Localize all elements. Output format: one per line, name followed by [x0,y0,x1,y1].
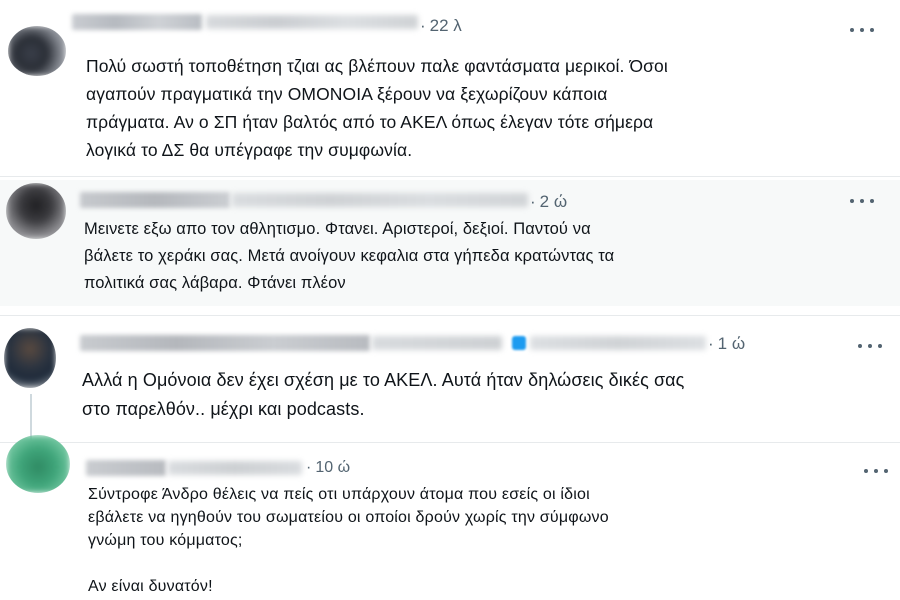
timestamp[interactable]: · 2 ώ [530,192,567,212]
reply-text: Σύντροφε Άνδρο θέλεις να πείς οτι υπάρχο… [88,486,609,595]
author-handle[interactable] [206,15,418,29]
avatar[interactable] [8,26,66,76]
reply-3[interactable]: · 1 ώ Αλλά η Ομόνοια δεν έχει σχέση με το… [0,316,900,442]
author-name[interactable] [80,192,230,208]
author-handle[interactable] [232,193,528,207]
avatar[interactable] [6,435,70,493]
author-name[interactable] [80,335,370,351]
reply-text: Πολύ σωστή τοποθέτηση τζιαι ας βλέπουν π… [86,56,668,160]
timestamp[interactable]: · 10 ώ [306,459,350,477]
reply-1[interactable]: · 22 λ Πολύ σωστή τοποθέτηση τζιαι ας βλέ… [0,0,900,176]
reply-4[interactable]: · 10 ώ Σύντροφε Άνδρο θέλεις να πείς οτι … [0,435,900,600]
author-handle-tail[interactable] [530,336,706,350]
avatar[interactable] [6,183,66,239]
reply-text: Αλλά η Ομόνοια δεν έχει σχέση με το ΑΚΕΛ… [82,370,685,419]
more-options-icon[interactable] [850,24,874,36]
timestamp[interactable]: · 22 λ [420,16,462,36]
reply-2[interactable]: · 2 ώ Μεινετε εξω απο τον αθλητισμο. Φταν… [0,180,900,306]
author-handle[interactable] [372,336,502,350]
timestamp[interactable]: · 1 ώ [708,334,745,354]
avatar[interactable] [4,328,56,388]
more-options-icon[interactable] [858,340,882,352]
divider [0,176,900,177]
verified-badge-icon [512,336,526,350]
author-handle[interactable] [168,461,302,475]
author-name[interactable] [86,460,166,476]
author-name[interactable] [72,14,202,30]
more-options-icon[interactable] [864,465,888,477]
more-options-icon[interactable] [850,195,874,207]
reply-text: Μεινετε εξω απο τον αθλητισμο. Φτανει. Α… [84,220,615,292]
